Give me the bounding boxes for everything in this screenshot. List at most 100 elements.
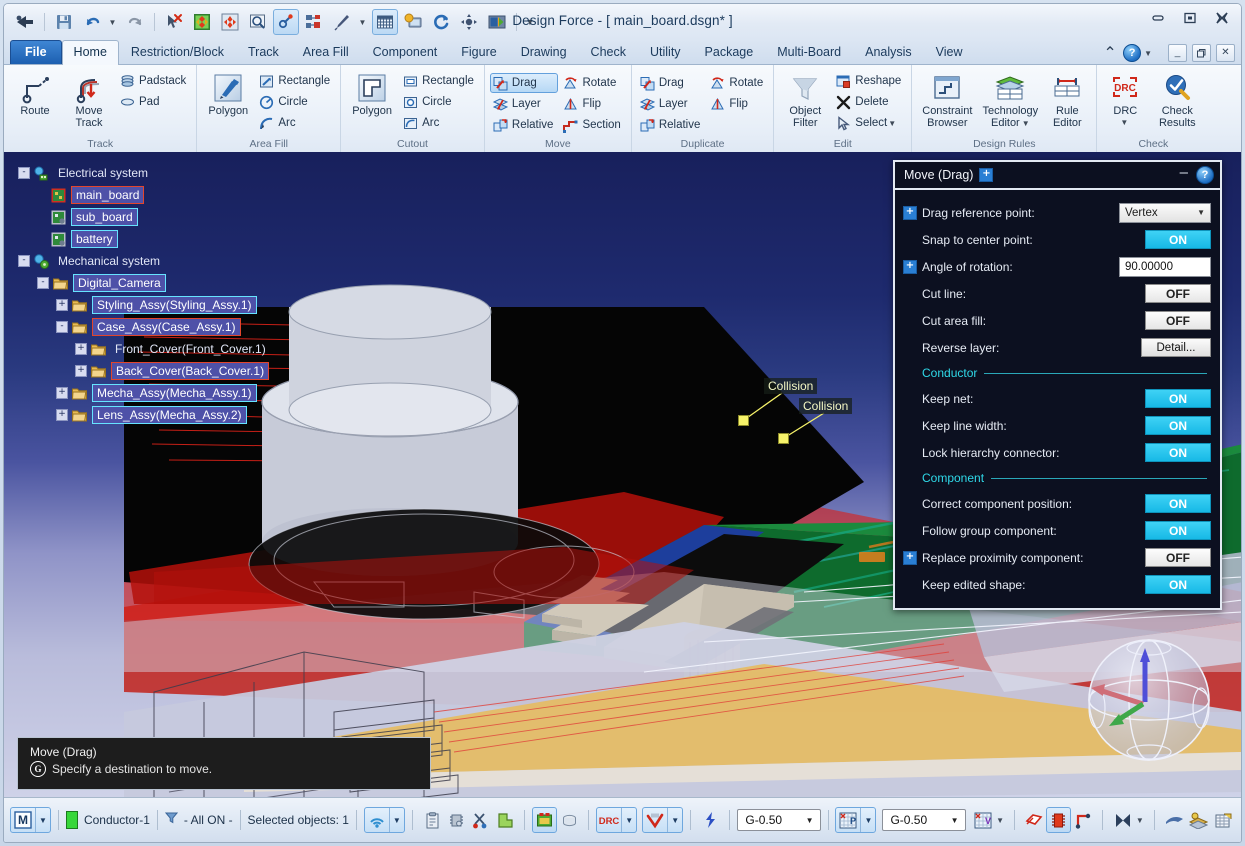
area-fill-icon[interactable] — [493, 807, 517, 833]
grid-point-dropdown-icon[interactable]: ▼ — [860, 808, 875, 832]
tree-item-sub-board[interactable]: sub_board — [18, 206, 270, 228]
doc-minimize-button[interactable]: _ — [1168, 44, 1187, 62]
move-track-button[interactable]: MoveTrack — [63, 70, 115, 131]
duplicate-relative-button[interactable]: Relative — [637, 115, 706, 135]
padstack-button[interactable]: Padstack — [117, 71, 191, 91]
tree-item-battery[interactable]: battery — [18, 228, 270, 250]
drag-reference-point-combo[interactable]: Vertex ▼ — [1119, 203, 1211, 223]
area-fill-polygon-button[interactable]: Polygon — [202, 70, 254, 120]
highlight-icon[interactable] — [698, 807, 722, 833]
constraint-browser-button[interactable]: ConstraintBrowser — [917, 70, 977, 131]
move-relative-button[interactable]: Relative — [490, 115, 559, 135]
color-palette-icon[interactable] — [189, 9, 215, 35]
app-menu-icon[interactable] — [12, 9, 38, 35]
mode-dropdown-icon[interactable]: ▼ — [35, 808, 50, 832]
component-chip-icon[interactable] — [1046, 807, 1071, 833]
keep-net-toggle[interactable]: ON — [1145, 389, 1211, 408]
minimize-button[interactable] — [1147, 10, 1169, 26]
report-icon[interactable] — [1211, 807, 1235, 833]
undo-icon[interactable] — [79, 9, 105, 35]
mode-split-button[interactable]: M ▼ — [10, 807, 51, 833]
duplicate-layer-button[interactable]: Layer — [637, 94, 706, 114]
tab-view[interactable]: View — [924, 40, 975, 64]
tab-utility[interactable]: Utility — [638, 40, 693, 64]
reshape-button[interactable]: Reshape — [833, 71, 906, 91]
redo-icon[interactable] — [122, 9, 148, 35]
follow-group-component-toggle[interactable]: ON — [1145, 521, 1211, 540]
doc-close-button[interactable]: ✕ — [1216, 44, 1235, 62]
net-status-split-button[interactable]: ▼ — [364, 807, 405, 833]
layer-flip-icon[interactable] — [1022, 807, 1046, 833]
tab-home[interactable]: Home — [62, 40, 119, 65]
technology-editor-button[interactable]: TechnologyEditor▼ — [979, 70, 1041, 131]
tree-toggle-icon[interactable]: + — [75, 343, 87, 355]
move-flip-button[interactable]: Flip — [560, 94, 625, 114]
expander-icon[interactable]: + — [903, 260, 917, 274]
correct-component-position-toggle[interactable]: ON — [1145, 494, 1211, 513]
tab-area-fill[interactable]: Area Fill — [291, 40, 361, 64]
cut-tool-icon[interactable] — [469, 807, 493, 833]
tab-package[interactable]: Package — [693, 40, 766, 64]
mode-button[interactable]: M — [11, 808, 35, 832]
tree-toggle-icon[interactable]: - — [18, 255, 30, 267]
measure-icon[interactable] — [273, 9, 299, 35]
move-drag-button[interactable]: Drag — [490, 73, 559, 93]
drc-button[interactable]: DRC DRC ▼ — [1102, 70, 1148, 129]
expander-icon[interactable]: + — [903, 206, 917, 220]
doc-restore-button[interactable] — [1192, 44, 1211, 62]
tree-item-mecha-assy[interactable]: + Mecha_Assy(Mecha_Assy.1) — [18, 382, 270, 404]
grid-combo-2[interactable]: G-0.50 ▼ — [882, 809, 965, 831]
active-layer-indicator[interactable]: Conductor-1 — [66, 807, 150, 833]
area-fill-circle-button[interactable]: Circle — [256, 92, 335, 112]
cutout-arc-button[interactable]: Arc — [400, 113, 479, 133]
duplicate-rotate-button[interactable]: Rotate — [707, 73, 768, 93]
tab-check[interactable]: Check — [579, 40, 638, 64]
move-layer-button[interactable]: Layer — [490, 94, 559, 114]
rule-editor-button[interactable]: RuleEditor — [1043, 70, 1091, 131]
tree-toggle-icon[interactable]: + — [56, 299, 68, 311]
tree-toggle-icon[interactable]: + — [56, 387, 68, 399]
delete-button[interactable]: Delete — [833, 92, 906, 112]
duplicate-flip-button[interactable]: Flip — [707, 94, 768, 114]
move-drag-dialog[interactable]: Move (Drag) + – ? + Drag reference point… — [893, 160, 1222, 610]
keep-edited-shape-toggle[interactable]: ON — [1145, 575, 1211, 594]
undo-dropdown-icon[interactable]: ▼ — [107, 9, 120, 35]
padstack-icon[interactable] — [557, 807, 581, 833]
grid-point-icon[interactable]: P — [836, 808, 860, 832]
cutout-rectangle-button[interactable]: Rectangle — [400, 71, 479, 91]
tab-multi-board[interactable]: Multi-Board — [765, 40, 853, 64]
save-icon[interactable] — [51, 9, 77, 35]
fly-line-icon[interactable] — [1162, 807, 1186, 833]
drc-dropdown-icon[interactable]: ▼ — [621, 808, 636, 832]
dialog-title-bar[interactable]: Move (Drag) + – ? — [895, 162, 1220, 190]
refresh-icon[interactable] — [428, 9, 454, 35]
tab-analysis[interactable]: Analysis — [853, 40, 924, 64]
tree-item-front-cover[interactable]: + Front_Cover(Front_Cover.1) — [18, 338, 270, 360]
select-dropdown-icon[interactable]: ▼ — [888, 119, 896, 128]
close-button[interactable] — [1211, 10, 1233, 26]
view-control-icon[interactable] — [217, 9, 243, 35]
tree-item-styling-assy[interactable]: + Styling_Assy(Styling_Assy.1) — [18, 294, 270, 316]
grid-point-split-button[interactable]: P ▼ — [835, 807, 876, 833]
tab-component[interactable]: Component — [361, 40, 450, 64]
cut-area-fill-toggle[interactable]: OFF — [1145, 311, 1211, 330]
grid-view-dropdown-icon[interactable]: ▼ — [995, 807, 1007, 833]
filter-indicator[interactable]: - All ON - — [165, 807, 233, 833]
tree-toggle-icon[interactable]: - — [56, 321, 68, 333]
zoom-area-icon[interactable] — [245, 9, 271, 35]
stackup-icon[interactable] — [1186, 807, 1210, 833]
duplicate-drag-button[interactable]: Drag — [637, 73, 706, 93]
tree-toggle-icon[interactable]: + — [56, 409, 68, 421]
help-icon[interactable]: ? — [1123, 44, 1141, 62]
snap-to-center-point-toggle[interactable]: ON — [1145, 230, 1211, 249]
keep-line-width-toggle[interactable]: ON — [1145, 416, 1211, 435]
dialog-minimize-button[interactable]: – — [1172, 164, 1196, 187]
check-dropdown-icon[interactable]: ▼ — [667, 808, 682, 832]
grid-view-icon[interactable]: V — [971, 807, 995, 833]
route-button[interactable]: Route — [9, 70, 61, 120]
drc-icon[interactable]: DRC — [597, 808, 621, 832]
route-corner-icon[interactable] — [1071, 807, 1095, 833]
tree-item-lens-assy[interactable]: + Lens_Assy(Mecha_Assy.2) — [18, 404, 270, 426]
cutout-polygon-button[interactable]: Polygon — [346, 70, 398, 120]
check-results-button[interactable]: CheckResults — [1150, 70, 1204, 131]
